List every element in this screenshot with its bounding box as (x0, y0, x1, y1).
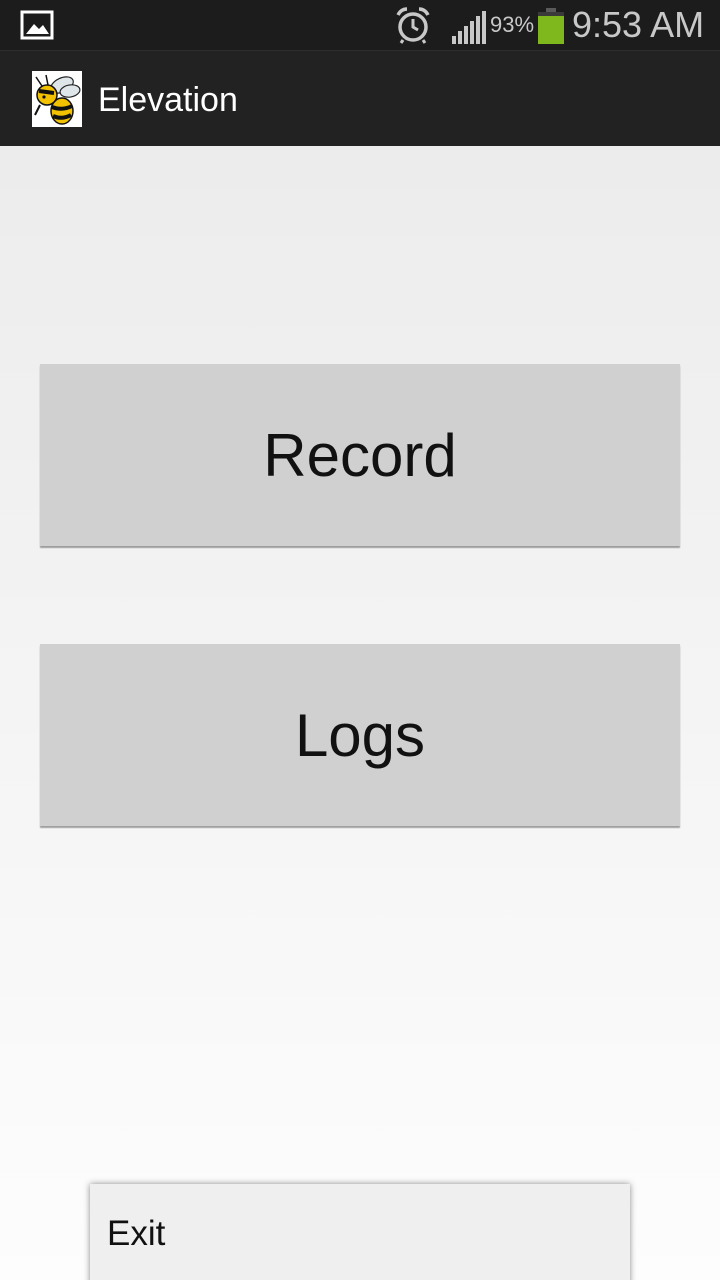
logs-button[interactable]: Logs (40, 644, 680, 826)
battery-icon (538, 8, 564, 44)
battery-percent: 93% (490, 12, 535, 37)
action-bar: Elevation (0, 50, 720, 147)
menu-item-exit[interactable]: Exit (90, 1184, 630, 1280)
status-bar: 93% 9:53 AM (0, 0, 720, 50)
app-title: Elevation (98, 81, 238, 119)
options-menu: Exit (90, 1184, 630, 1280)
record-button[interactable]: Record (40, 364, 680, 546)
alarm-clock-icon (396, 7, 430, 44)
menu-item-exit-label: Exit (107, 1214, 166, 1253)
clock: 9:53 AM (572, 4, 705, 45)
gallery-icon (20, 10, 54, 40)
main-content: Record Logs (0, 146, 720, 1280)
cell-signal-icon (452, 11, 486, 44)
yellow-jacket-logo[interactable] (32, 71, 82, 127)
